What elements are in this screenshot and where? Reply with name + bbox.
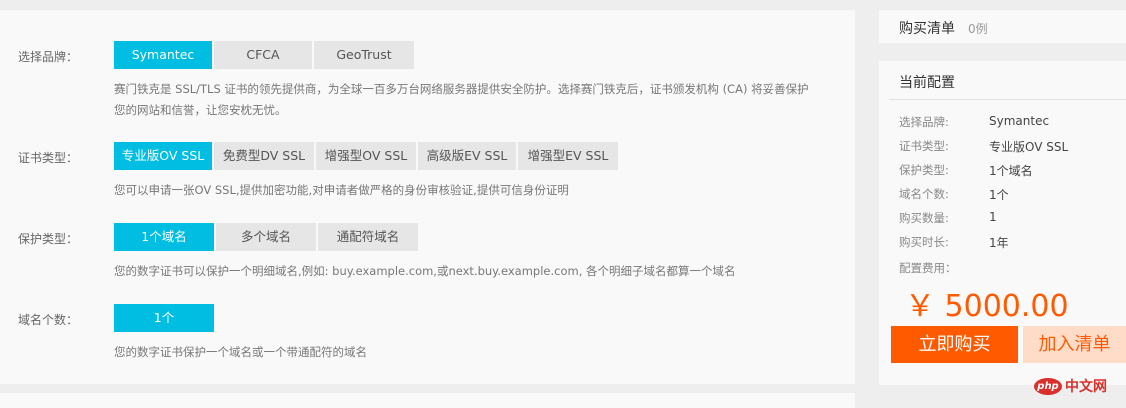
brand-description: 赛门铁克是 SSL/TLS 证书的领先提供商，为全球一百多万台网络服务器提供安全… — [114, 79, 809, 121]
summary-key-protect-type: 保护类型: — [899, 163, 949, 177]
add-to-cart-button[interactable]: 加入清单 — [1023, 326, 1126, 363]
brand-option-cfca[interactable]: CFCA — [214, 41, 312, 69]
buy-now-button[interactable]: 立即购买 — [891, 326, 1018, 363]
current-config-title: 当前配置 — [899, 75, 955, 91]
summary-value-domain-count: 1个 — [989, 188, 1009, 202]
cart-box: 购买清单 0例 — [879, 10, 1126, 43]
summary-key-brand: 选择品牌: — [899, 115, 949, 129]
bottom-panel — [0, 393, 855, 408]
summary-value-cert-type: 专业版OV SSL — [989, 140, 1069, 154]
summary-key-quantity: 购买数量: — [899, 211, 949, 225]
divider — [889, 99, 1126, 100]
brand-option-geotrust[interactable]: GeoTrust — [314, 41, 414, 69]
current-config-box: 当前配置 选择品牌: Symantec 证书类型: 专业版OV SSL 保护类型… — [879, 61, 1126, 385]
cert-option-enhanced-ev[interactable]: 增强型EV SSL — [518, 142, 618, 170]
cert-option-pro-ov[interactable]: 专业版OV SSL — [114, 142, 212, 170]
php-badge: php — [1034, 377, 1062, 395]
protect-option-wildcard[interactable]: 通配符域名 — [318, 223, 418, 251]
brand-desc-line2: 您的网站和信誉，让您安枕无忧。 — [114, 103, 287, 117]
summary-value-brand: Symantec — [989, 114, 1050, 128]
protect-option-single[interactable]: 1个域名 — [114, 223, 214, 251]
protect-type-label: 保护类型： — [18, 232, 79, 246]
brand-options: Symantec CFCA GeoTrust — [114, 41, 414, 69]
summary-value-quantity: 1 — [989, 210, 997, 224]
cert-option-enhanced-ov[interactable]: 增强型OV SSL — [316, 142, 416, 170]
cart-count: 0例 — [968, 22, 988, 36]
config-panel: 选择品牌： Symantec CFCA GeoTrust 赛门铁克是 SSL/T… — [0, 10, 855, 384]
protect-type-description: 您的数字证书可以保护一个明细域名,例如: buy.example.com,或ne… — [114, 264, 736, 278]
domain-count-label: 域名个数： — [18, 313, 79, 327]
price: ￥ 5000.00 — [905, 289, 1069, 324]
summary-key-domain-count: 域名个数: — [899, 187, 949, 201]
domain-count-description: 您的数字证书保护一个域名或一个带通配符的域名 — [114, 345, 367, 359]
cert-type-options: 专业版OV SSL 免费型DV SSL 增强型OV SSL 高级版EV SSL … — [114, 142, 618, 170]
fee-label: 配置费用： — [899, 261, 957, 275]
brand-desc-line1: 赛门铁克是 SSL/TLS 证书的领先提供商，为全球一百多万台网络服务器提供安全… — [114, 82, 809, 96]
protect-type-options: 1个域名 多个域名 通配符域名 — [114, 223, 418, 251]
brand-option-symantec[interactable]: Symantec — [114, 41, 212, 69]
domain-count-option-1[interactable]: 1个 — [114, 304, 214, 332]
summary-value-protect-type: 1个域名 — [989, 164, 1033, 178]
summary-value-duration: 1年 — [989, 236, 1009, 250]
cert-option-advanced-ev[interactable]: 高级版EV SSL — [418, 142, 516, 170]
domain-count-options: 1个 — [114, 304, 214, 332]
php-logo: php 中文网 — [1034, 376, 1107, 396]
summary-key-cert-type: 证书类型: — [899, 139, 949, 153]
brand-label: 选择品牌： — [18, 50, 79, 64]
cert-option-free-dv[interactable]: 免费型DV SSL — [214, 142, 314, 170]
cert-type-label: 证书类型： — [18, 151, 79, 165]
summary-key-duration: 购买时长: — [899, 235, 949, 249]
cert-type-description: 您可以申请一张OV SSL,提供加密功能,对申请者做严格的身份审核验证,提供可信… — [114, 183, 569, 197]
watermark-text: 中文网 — [1065, 379, 1107, 395]
protect-option-multi[interactable]: 多个域名 — [216, 223, 316, 251]
cart-title[interactable]: 购买清单 — [899, 18, 955, 38]
